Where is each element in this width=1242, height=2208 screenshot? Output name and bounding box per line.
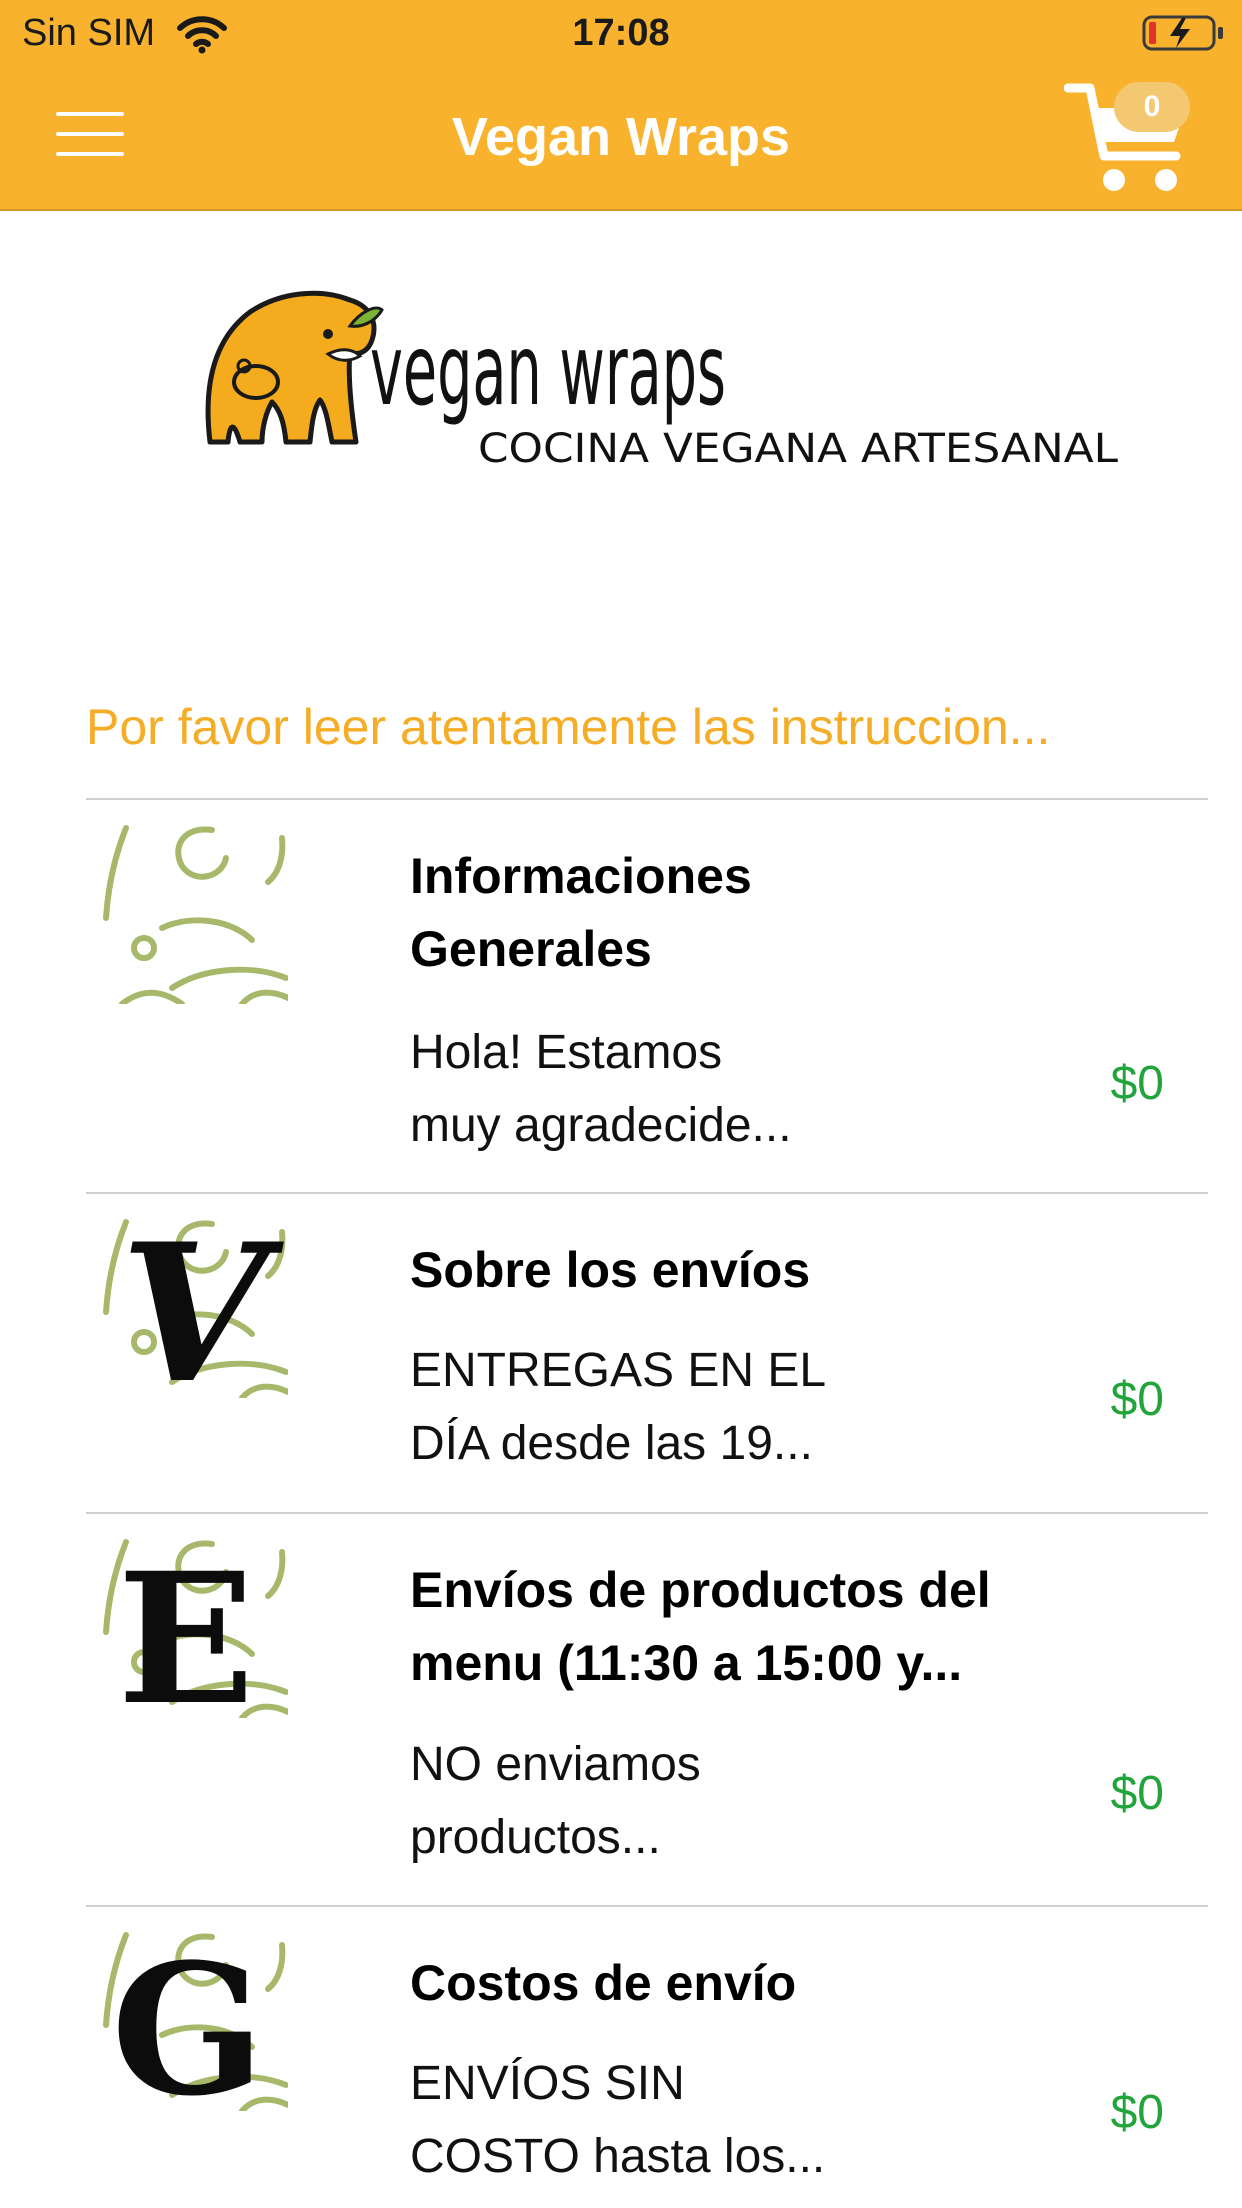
item-thumbnail: V	[103, 1212, 288, 1398]
cart-badge: 0	[1114, 82, 1190, 132]
item-price: $0	[1110, 1057, 1164, 1110]
app-header: Sin SIM 17:08 Vegan Wraps 0	[0, 0, 1242, 211]
item-price: $0	[1110, 1767, 1164, 1820]
battery-charging-icon	[1142, 15, 1223, 51]
status-time: 17:08	[572, 12, 670, 54]
item-price: $0	[1110, 2086, 1164, 2139]
instructions-notice[interactable]: Por favor leer atentamente las instrucci…	[86, 698, 1186, 756]
item-thumbnail	[103, 825, 288, 1004]
item-title: Envíos de productos del menu (11:30 a 15…	[410, 1562, 991, 1691]
elephant-icon	[205, 290, 384, 445]
menu-button[interactable]	[52, 110, 128, 160]
nav-bar: Vegan Wraps 0	[0, 66, 1242, 211]
product-list: Informaciones Generales Hola! Estamos mu…	[86, 798, 1208, 2205]
item-description: ENTREGAS EN EL DÍA desde las 19...	[410, 1344, 827, 1470]
list-item[interactable]: G Costos de envío ENVÍOS SIN COSTO hasta…	[86, 1905, 1208, 2205]
status-bar: Sin SIM 17:08	[0, 0, 1242, 66]
item-price: $0	[1110, 1373, 1164, 1426]
logo-brand-text: vegan wraps	[370, 314, 726, 428]
item-description: NO enviamos productos...	[410, 1738, 701, 1864]
brand-logo: vegan wraps COCINA VEGANA ARTESANAL	[205, 290, 1119, 472]
item-description: ENVÍOS SIN COSTO hasta los...	[410, 2057, 826, 2183]
list-item[interactable]: E Envíos de productos del menu (11:30 a …	[86, 1512, 1208, 1905]
item-thumbnail-letter: G	[111, 1925, 265, 2111]
item-title: Sobre los envíos	[410, 1242, 811, 1298]
item-thumbnail-letter: E	[117, 1534, 254, 1718]
item-thumbnail: G	[103, 1925, 288, 2111]
nav-title: Vegan Wraps	[451, 107, 791, 167]
item-thumbnail-letter: V	[120, 1212, 284, 1398]
item-title: Informaciones Generales	[410, 848, 752, 977]
logo-tagline-text: COCINA VEGANA ARTESANAL	[478, 426, 1119, 472]
list-item[interactable]: V Sobre los envíos ENTREGAS EN EL DÍA de…	[86, 1192, 1208, 1512]
item-title: Costos de envío	[410, 1955, 797, 2011]
list-item[interactable]: Informaciones Generales Hola! Estamos mu…	[86, 798, 1208, 1192]
item-description: Hola! Estamos muy agradecide...	[410, 1026, 792, 1152]
item-thumbnail: E	[103, 1534, 288, 1718]
